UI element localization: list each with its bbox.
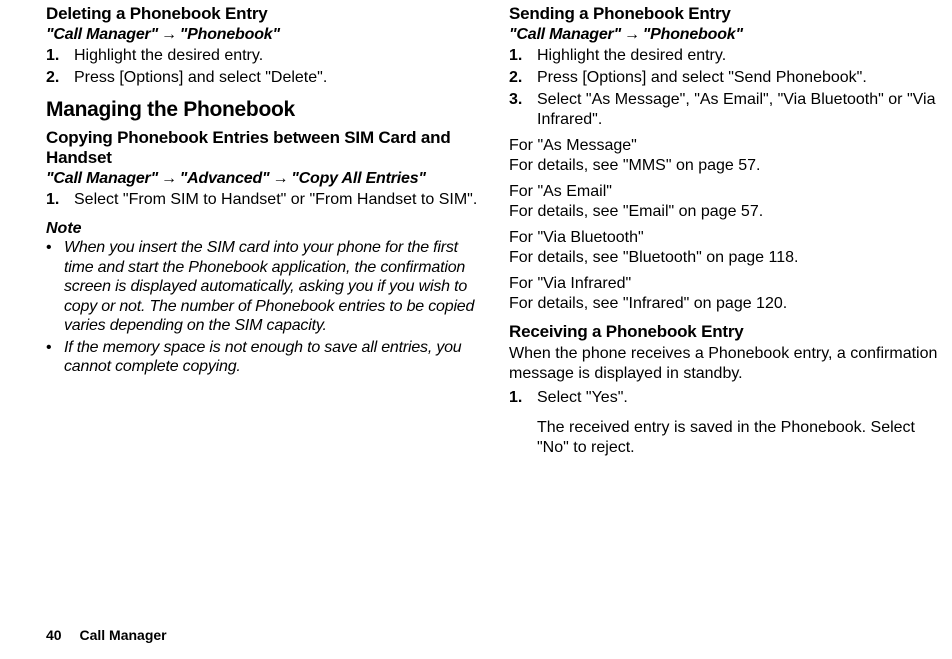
heading-receiving: Receiving a Phonebook Entry <box>509 322 942 342</box>
for-via-bluetooth: For "Via Bluetooth" For details, see "Bl… <box>509 228 942 268</box>
note-list: • When you insert the SIM card into your… <box>46 238 479 377</box>
for-title: For "As Message" <box>509 136 942 156</box>
note-text: If the memory space is not enough to sav… <box>64 338 479 377</box>
left-column: Deleting a Phonebook Entry "Call Manager… <box>46 4 479 458</box>
crumb-advanced: "Advanced" <box>180 170 270 187</box>
bullet-icon: • <box>46 238 64 336</box>
crumb-call-manager: "Call Manager" <box>509 26 621 43</box>
steps-receiving: 1. Select "Yes". <box>509 388 942 408</box>
arrow-icon: → <box>158 26 180 43</box>
for-detail: For details, see "Bluetooth" on page 118… <box>509 248 942 268</box>
step-text: Press [Options] and select "Send Phonebo… <box>537 68 942 88</box>
for-via-infrared: For "Via Infrared" For details, see "Inf… <box>509 274 942 314</box>
crumb-call-manager: "Call Manager" <box>46 170 158 187</box>
step-text: Highlight the desired entry. <box>74 46 479 66</box>
step-number: 1. <box>509 388 537 408</box>
step-text: Highlight the desired entry. <box>537 46 942 66</box>
step-number: 1. <box>46 46 74 66</box>
step-number: 2. <box>46 68 74 88</box>
step-text: Press [Options] and select "Delete". <box>74 68 479 88</box>
note-label: Note <box>46 220 479 238</box>
step-text: Select "Yes". <box>537 388 942 408</box>
breadcrumb-sending: "Call Manager"→"Phonebook" <box>509 26 942 44</box>
for-as-email: For "As Email" For details, see "Email" … <box>509 182 942 222</box>
step-item: 1. Highlight the desired entry. <box>509 46 942 66</box>
crumb-copy-all: "Copy All Entries" <box>291 170 426 187</box>
step-number: 3. <box>509 90 537 130</box>
for-detail: For details, see "Infrared" on page 120. <box>509 294 942 314</box>
crumb-call-manager: "Call Manager" <box>46 26 158 43</box>
step-subtext: The received entry is saved in the Phone… <box>509 418 942 458</box>
footer-title: Call Manager <box>79 627 166 643</box>
heading-sending: Sending a Phonebook Entry <box>509 4 942 24</box>
page-number: 40 <box>46 627 62 643</box>
heading-managing: Managing the Phonebook <box>46 98 479 122</box>
step-number: 1. <box>509 46 537 66</box>
for-detail: For details, see "Email" on page 57. <box>509 202 942 222</box>
for-detail: For details, see "MMS" on page 57. <box>509 156 942 176</box>
step-item: 2. Press [Options] and select "Send Phon… <box>509 68 942 88</box>
subheading-copying: Copying Phonebook Entries between SIM Ca… <box>46 128 479 168</box>
arrow-icon: → <box>269 170 291 187</box>
step-item: 3. Select "As Message", "As Email", "Via… <box>509 90 942 130</box>
steps-deleting: 1. Highlight the desired entry. 2. Press… <box>46 46 479 88</box>
note-text: When you insert the SIM card into your p… <box>64 238 479 336</box>
crumb-phonebook: "Phonebook" <box>643 26 743 43</box>
steps-sending: 1. Highlight the desired entry. 2. Press… <box>509 46 942 130</box>
steps-copying: 1. Select "From SIM to Handset" or "From… <box>46 190 479 210</box>
step-item: 1. Select "Yes". <box>509 388 942 408</box>
receiving-intro: When the phone receives a Phonebook entr… <box>509 344 942 384</box>
breadcrumb-copying: "Call Manager"→"Advanced"→"Copy All Entr… <box>46 170 479 188</box>
note-item: • When you insert the SIM card into your… <box>46 238 479 336</box>
breadcrumb-deleting: "Call Manager"→"Phonebook" <box>46 26 479 44</box>
step-item: 1. Highlight the desired entry. <box>46 46 479 66</box>
for-as-message: For "As Message" For details, see "MMS" … <box>509 136 942 176</box>
step-text: Select "From SIM to Handset" or "From Ha… <box>74 190 479 210</box>
step-number: 1. <box>46 190 74 210</box>
crumb-phonebook: "Phonebook" <box>180 26 280 43</box>
page-footer: 40 Call Manager <box>46 627 167 643</box>
arrow-icon: → <box>621 26 643 43</box>
step-number: 2. <box>509 68 537 88</box>
step-item: 1. Select "From SIM to Handset" or "From… <box>46 190 479 210</box>
arrow-icon: → <box>158 170 180 187</box>
for-title: For "Via Bluetooth" <box>509 228 942 248</box>
step-item: 2. Press [Options] and select "Delete". <box>46 68 479 88</box>
step-text: Select "As Message", "As Email", "Via Bl… <box>537 90 942 130</box>
bullet-icon: • <box>46 338 64 377</box>
heading-deleting: Deleting a Phonebook Entry <box>46 4 479 24</box>
for-title: For "Via Infrared" <box>509 274 942 294</box>
for-title: For "As Email" <box>509 182 942 202</box>
note-item: • If the memory space is not enough to s… <box>46 338 479 377</box>
page-content: Deleting a Phonebook Entry "Call Manager… <box>0 0 952 458</box>
right-column: Sending a Phonebook Entry "Call Manager"… <box>509 4 942 458</box>
